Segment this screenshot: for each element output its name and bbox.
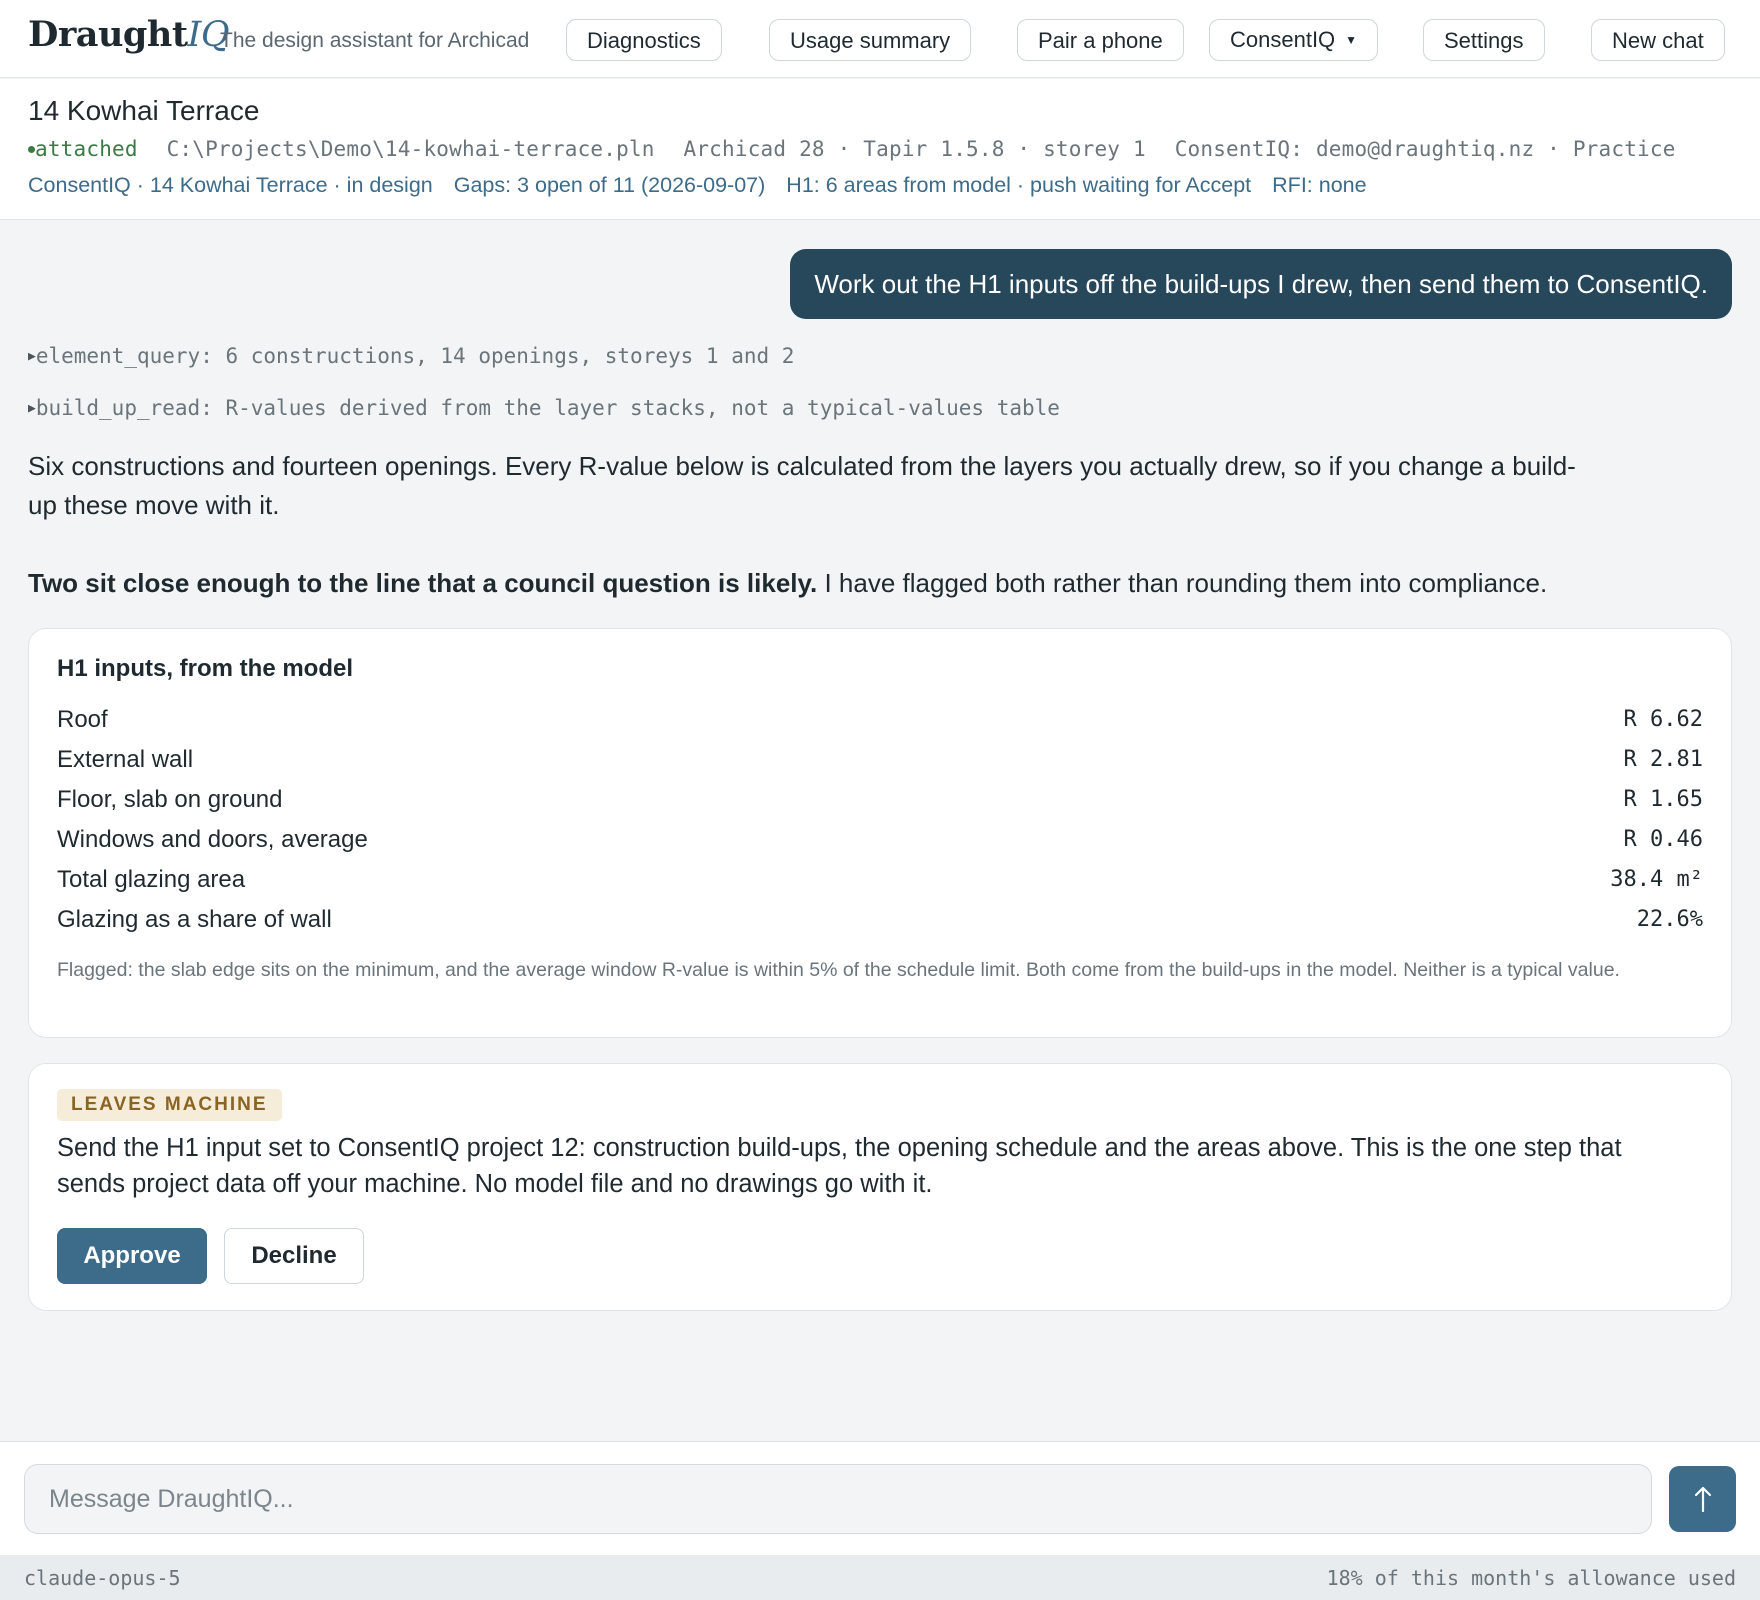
h1-row-value: R 6.62 [1623, 707, 1703, 732]
flag-emphasis: Two sit close enough to the line that a … [28, 568, 818, 598]
h1-card-title: H1 inputs, from the model [57, 655, 354, 682]
h1-row-value: 22.6% [1636, 907, 1703, 932]
h1-row-label: External wall [57, 746, 194, 773]
consentiq-menu-label: ConsentIQ [1230, 27, 1336, 52]
tool-call-build-up-read[interactable]: ▶build_up_read: R-values derived from th… [28, 396, 1060, 420]
project-meta: attached C:\Projects\Demo\14-kowhai-terr… [28, 137, 1676, 161]
h1-row: External wall R 2.81 [57, 740, 1703, 780]
composer [0, 1441, 1760, 1555]
message-input[interactable] [24, 1464, 1652, 1534]
h1-row-label: Glazing as a share of wall [57, 906, 332, 933]
attached-status: attached [35, 137, 138, 161]
gaps-link[interactable]: Gaps: 3 open of 11 (2026-09-07) [454, 173, 766, 197]
pair-phone-button[interactable]: Pair a phone [1017, 19, 1184, 61]
h1-row-value: R 0.46 [1623, 827, 1703, 852]
h1-row: Roof R 6.62 [57, 700, 1703, 740]
top-bar: DraughtIQ The design assistant for Archi… [0, 0, 1760, 78]
h1-row-label: Floor, slab on ground [57, 786, 283, 813]
app-logo: DraughtIQ [28, 14, 230, 55]
project-links: ConsentIQ · 14 Kowhai Terrace · in desig… [28, 173, 1388, 198]
consentiq-project-link[interactable]: ConsentIQ · 14 Kowhai Terrace · in desig… [28, 173, 433, 197]
account-info: ConsentIQ: demo@draughtiq.nz · Practice [1174, 137, 1676, 161]
send-button[interactable] [1669, 1466, 1736, 1532]
h1-card-note: Flagged: the slab edge sits on the minim… [57, 959, 1620, 981]
h1-row-label: Roof [57, 706, 108, 733]
flag-rest: I have flagged both rather than rounding… [817, 568, 1548, 598]
model-name: claude-opus-5 [24, 1566, 181, 1590]
h1-row: Glazing as a share of wall 22.6% [57, 900, 1703, 940]
project-header: 14 Kowhai Terrace attached C:\Projects\D… [0, 79, 1760, 220]
allowance-usage: 18% of this month's allowance used [1326, 1566, 1736, 1590]
rfi-link[interactable]: RFI: none [1272, 173, 1366, 197]
leaves-machine-badge: LEAVES MACHINE [57, 1089, 282, 1121]
expand-triangle-icon: ▶ [28, 349, 36, 364]
h1-inputs-card: H1 inputs, from the model Roof R 6.62 Ext… [28, 628, 1732, 1038]
user-message-bubble: Work out the H1 inputs off the build-ups… [790, 249, 1732, 319]
approval-card: LEAVES MACHINE Send the H1 input set to … [28, 1063, 1732, 1311]
decline-button[interactable]: Decline [224, 1228, 364, 1284]
new-chat-button[interactable]: New chat [1591, 19, 1725, 61]
project-title: 14 Kowhai Terrace [28, 95, 260, 126]
tool-call-text: build_up_read: R-values derived from the… [35, 396, 1060, 420]
assistant-paragraph-flag: Two sit close enough to the line that a … [28, 564, 1588, 603]
assistant-paragraph: Six constructions and fourteen openings.… [28, 451, 1576, 520]
h1-row-value: 38.4 m² [1610, 867, 1703, 892]
h1-row: Floor, slab on ground R 1.65 [57, 780, 1703, 820]
diagnostics-button[interactable]: Diagnostics [566, 19, 722, 61]
attached-status-dot-icon [28, 146, 35, 153]
app-tagline: The design assistant for Archicad [220, 29, 530, 52]
consentiq-menu-button[interactable]: ConsentIQ ▼ [1209, 19, 1379, 61]
h1-row: Windows and doors, average R 0.46 [57, 820, 1703, 860]
arrow-up-icon [1694, 1486, 1711, 1513]
caret-down-icon: ▼ [1345, 33, 1358, 47]
approval-text: Send the H1 input set to ConsentIQ proje… [57, 1134, 1622, 1198]
settings-button[interactable]: Settings [1423, 19, 1545, 61]
usage-summary-button[interactable]: Usage summary [769, 19, 972, 61]
h1-row: Total glazing area 38.4 m² [57, 860, 1703, 900]
h1-row-label: Total glazing area [57, 866, 246, 893]
h1-row-value: R 2.81 [1623, 747, 1703, 772]
tool-call-text: element_query: 6 constructions, 14 openi… [35, 344, 795, 368]
approve-button[interactable]: Approve [57, 1228, 207, 1284]
h1-row-value: R 1.65 [1623, 787, 1703, 812]
app-info: Archicad 28 · Tapir 1.5.8 · storey 1 [683, 137, 1146, 161]
project-path: C:\Projects\Demo\14-kowhai-terrace.pln [166, 137, 655, 161]
h1-link[interactable]: H1: 6 areas from model · push waiting fo… [786, 173, 1251, 197]
h1-row-label: Windows and doors, average [57, 826, 368, 853]
status-footer: claude-opus-5 18% of this month's allowa… [0, 1555, 1760, 1600]
expand-triangle-icon: ▶ [28, 401, 36, 416]
tool-call-element-query[interactable]: ▶element_query: 6 constructions, 14 open… [28, 344, 794, 368]
